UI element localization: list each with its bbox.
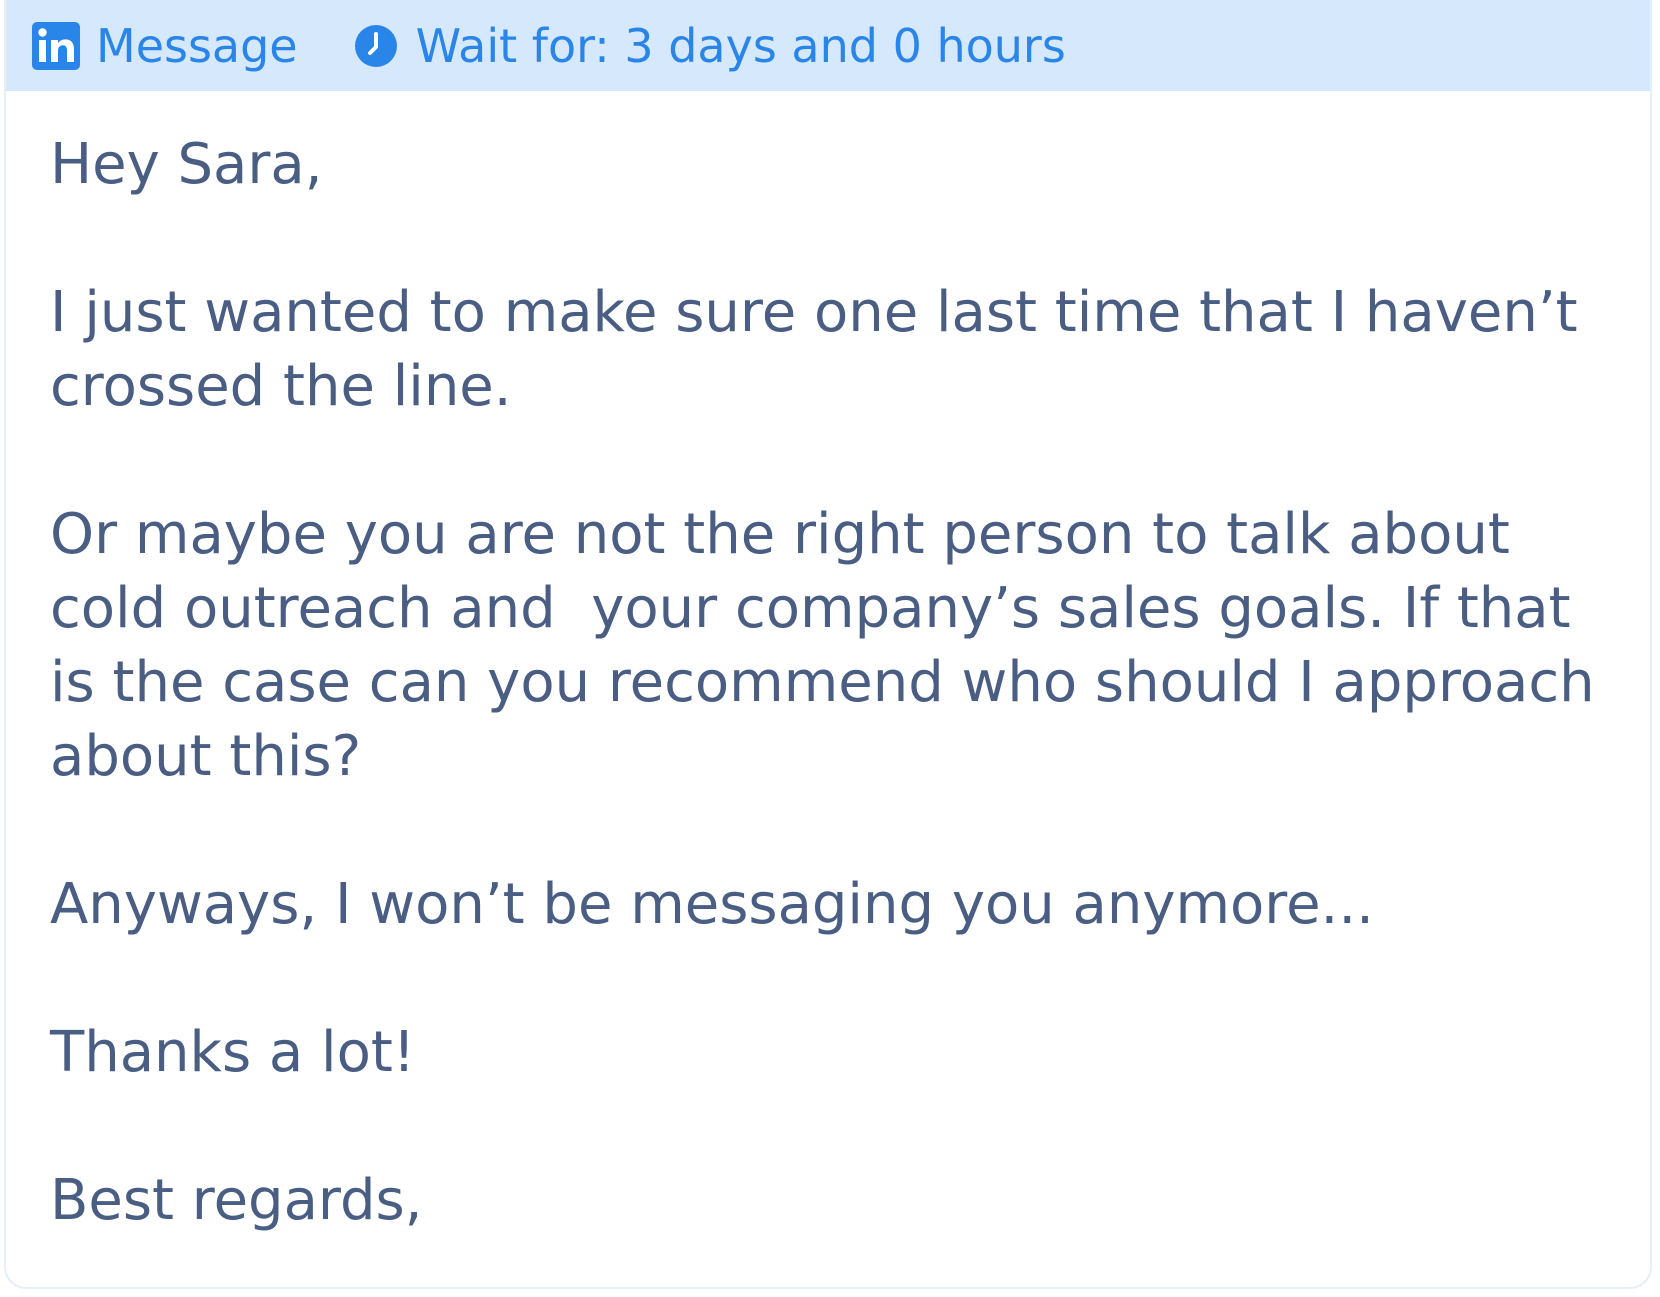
step-type-label: Message bbox=[96, 18, 298, 73]
message-paragraph: Anyways, I won’t be messaging you anymor… bbox=[50, 872, 1374, 937]
step-type: Message bbox=[32, 19, 298, 73]
message-signoff: Best regards, bbox=[50, 1168, 423, 1233]
clock-icon bbox=[354, 24, 398, 68]
linkedin-icon bbox=[32, 21, 80, 70]
step-header: Message Wait for: 3 days and 0 hours bbox=[6, 0, 1650, 91]
message-body[interactable]: Hey Sara, I just wanted to make sure one… bbox=[50, 128, 1630, 1238]
message-step-card[interactable]: Message Wait for: 3 days and 0 hours Hey… bbox=[4, 0, 1652, 1289]
message-paragraph: Thanks a lot! bbox=[50, 1020, 416, 1085]
message-paragraph: Or maybe you are not the right person to… bbox=[50, 502, 1613, 789]
wait-duration-label: Wait for: 3 days and 0 hours bbox=[415, 18, 1066, 73]
message-greeting: Hey Sara, bbox=[50, 132, 323, 197]
message-paragraph: I just wanted to make sure one last time… bbox=[50, 280, 1596, 419]
wait-duration[interactable]: Wait for: 3 days and 0 hours bbox=[354, 19, 1066, 73]
